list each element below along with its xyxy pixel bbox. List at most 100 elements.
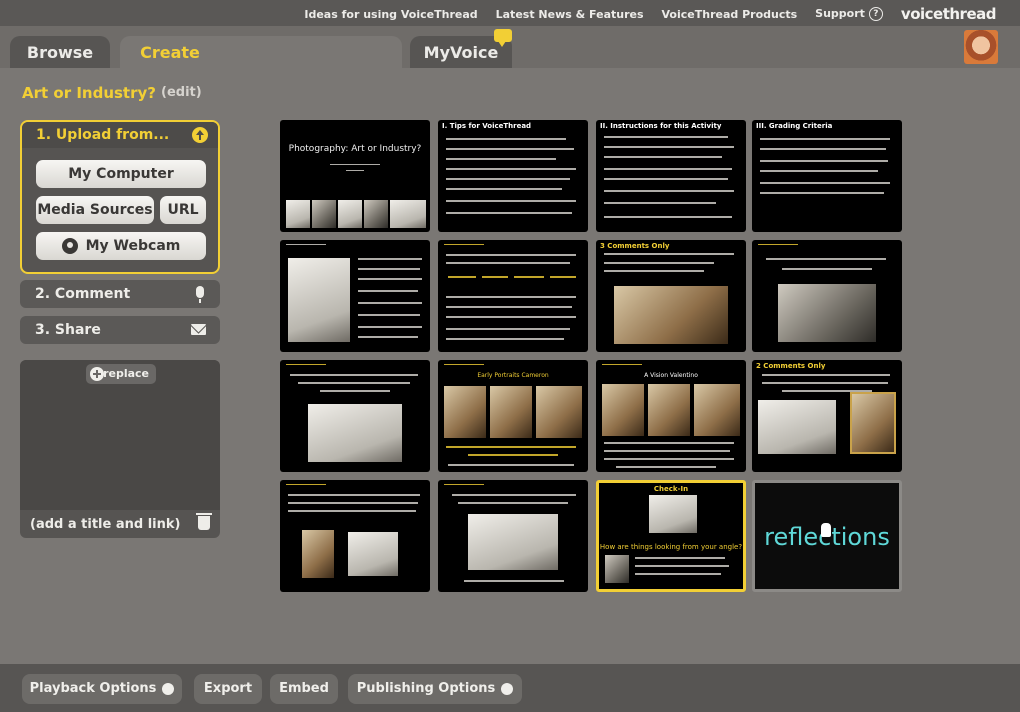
news-link[interactable]: Latest News & Features: [496, 8, 644, 21]
url-button[interactable]: URL: [160, 196, 206, 224]
slide-12[interactable]: 2 Comments Only: [752, 360, 902, 472]
upload-arrow-icon: [192, 127, 208, 143]
slide-8[interactable]: [752, 240, 902, 352]
text-line: [358, 314, 420, 316]
tab-create[interactable]: Create: [120, 36, 402, 68]
text-line: [290, 374, 418, 376]
text-line: [448, 464, 574, 466]
slide-photo: [536, 386, 582, 438]
text-line: [444, 484, 484, 485]
text-line: [635, 557, 725, 559]
text-line: [444, 364, 484, 365]
add-title-link[interactable]: (add a title and link): [30, 517, 180, 532]
products-link[interactable]: VoiceThread Products: [662, 8, 798, 21]
avatar[interactable]: [964, 30, 998, 64]
webcam-icon: [61, 238, 78, 254]
ideas-link[interactable]: Ideas for using VoiceThread: [304, 8, 477, 21]
text-line: [358, 302, 422, 304]
text-line: [446, 200, 576, 202]
voicethread-logo[interactable]: voicethread: [901, 5, 997, 23]
text-line: [604, 136, 728, 138]
support-link[interactable]: Support?: [815, 7, 883, 21]
text-line: [604, 168, 732, 170]
share-step[interactable]: 3. Share: [20, 316, 220, 344]
text-line: [464, 580, 564, 582]
slide-6[interactable]: [438, 240, 588, 352]
slide-1[interactable]: Photography: Art or Industry?: [280, 120, 430, 232]
edit-title-link[interactable]: (edit): [161, 85, 202, 100]
thumb-photo: [286, 200, 310, 228]
slide-14[interactable]: [438, 480, 588, 592]
slide-15[interactable]: Check-In How are things looking from you…: [596, 480, 746, 592]
slide-photo: [602, 384, 644, 436]
text-line: [604, 253, 734, 255]
slide-3[interactable]: II. Instructions for this Activity: [596, 120, 746, 232]
slide-7-title: 3 Comments Only: [600, 242, 670, 250]
slide-3-title: II. Instructions for this Activity: [600, 122, 722, 130]
trash-icon[interactable]: [196, 513, 212, 530]
slide-5[interactable]: [280, 240, 430, 352]
slide-10[interactable]: Early Portraits Cameron: [438, 360, 588, 472]
gear-icon: [501, 682, 514, 695]
text-line: [446, 328, 570, 330]
slide-2-title: I. Tips for VoiceThread: [442, 122, 532, 130]
text-line: [602, 364, 642, 365]
slide-16[interactable]: reflections: [752, 480, 902, 592]
webcam-button[interactable]: My Webcam: [36, 232, 206, 260]
export-button[interactable]: Export: [194, 674, 262, 704]
slide-photo: [605, 555, 629, 583]
slide-4[interactable]: III. Grading Criteria: [752, 120, 902, 232]
thumb-photo: [364, 200, 388, 228]
share-step-label: 3. Share: [35, 322, 101, 338]
text-line: [458, 502, 568, 504]
slide-2[interactable]: I. Tips for VoiceThread: [438, 120, 588, 232]
my-computer-button[interactable]: My Computer: [36, 160, 206, 188]
text-line: [452, 494, 576, 496]
tab-browse[interactable]: Browse: [10, 36, 110, 68]
embed-button[interactable]: Embed: [270, 674, 338, 704]
text-line: [482, 276, 508, 278]
text-line: [604, 270, 704, 272]
slide-15-caption: How are things looking from your angle?: [599, 543, 743, 551]
slide-photo: [308, 404, 402, 462]
text-line: [635, 573, 721, 575]
text-line: [604, 442, 734, 444]
help-icon: ?: [868, 7, 883, 21]
comment-step[interactable]: 2. Comment: [20, 280, 220, 308]
slide-photo: [649, 495, 697, 533]
media-sources-button[interactable]: Media Sources: [36, 196, 154, 224]
replace-label: replace: [103, 367, 149, 380]
publishing-options-button[interactable]: Publishing Options: [348, 674, 522, 704]
text-line: [446, 178, 570, 180]
text-line: [762, 374, 890, 376]
slide-4-title: III. Grading Criteria: [756, 122, 833, 130]
slide-9[interactable]: [280, 360, 430, 472]
text-line: [760, 160, 888, 162]
upload-header[interactable]: 1. Upload from...: [22, 122, 218, 148]
create-panel: Art or Industry? (edit) 1. Upload from..…: [0, 68, 1020, 664]
text-line: [446, 262, 570, 264]
bottom-toolbar: Playback Options Export Embed Publishing…: [0, 664, 1020, 712]
slide-photo: [758, 400, 836, 454]
text-line: [604, 190, 734, 192]
plus-icon: [90, 367, 104, 381]
text-line: [635, 565, 729, 567]
slide-13[interactable]: [280, 480, 430, 592]
text-line: [448, 276, 476, 278]
slide-photo: [302, 530, 334, 578]
slide-15-title: Check-In: [653, 485, 689, 493]
slide-7[interactable]: 3 Comments Only: [596, 240, 746, 352]
text-line: [298, 382, 410, 384]
comment-step-label: 2. Comment: [35, 286, 131, 302]
text-line: [346, 170, 364, 171]
text-line: [604, 216, 732, 218]
thumb-photo: [312, 200, 336, 228]
replace-button[interactable]: replace: [86, 364, 156, 384]
playback-options-button[interactable]: Playback Options: [22, 674, 182, 704]
publishing-options-label: Publishing Options: [356, 681, 496, 696]
slide-11[interactable]: A Vision Valentino: [596, 360, 746, 472]
slide-photo: [694, 384, 740, 436]
slide-photo: [648, 384, 690, 436]
text-line: [762, 382, 888, 384]
slide-11-title: A Vision Valentino: [644, 372, 698, 379]
